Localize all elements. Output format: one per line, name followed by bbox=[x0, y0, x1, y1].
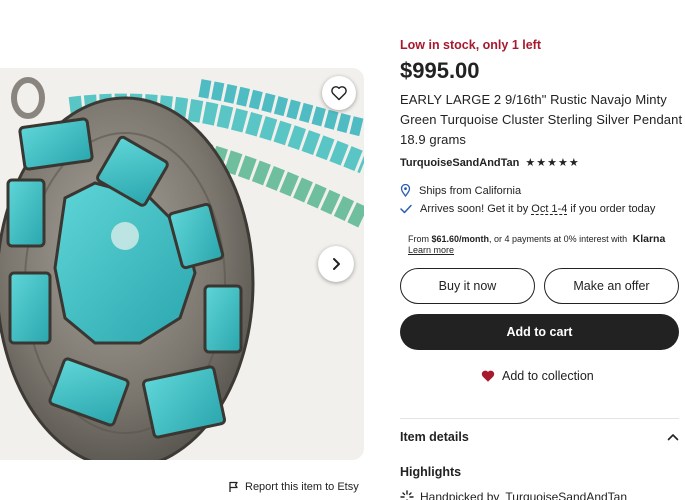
report-item-link[interactable]: Report this item to Etsy bbox=[228, 481, 359, 493]
ships-from-text: Ships from California bbox=[419, 184, 522, 197]
learn-more-link[interactable]: Learn more bbox=[408, 245, 454, 255]
rating-stars[interactable]: ★★★★★ bbox=[525, 156, 579, 169]
sparkle-icon bbox=[400, 490, 414, 500]
arrival-date[interactable]: Oct 1-4 bbox=[531, 203, 567, 215]
listing-title: EARLY LARGE 2 9/16th" Rustic Navajo Mint… bbox=[400, 92, 683, 147]
highlights-heading: Highlights bbox=[400, 465, 462, 479]
chevron-up-icon bbox=[667, 434, 679, 441]
klarna-logo: Klarna bbox=[632, 233, 666, 245]
stock-notice: Low in stock, only 1 left bbox=[400, 38, 541, 52]
handpicked-prefix: Handpicked by bbox=[420, 490, 500, 500]
flag-icon bbox=[229, 481, 238, 492]
price: $995.00 bbox=[400, 58, 480, 83]
heart-outline-icon bbox=[331, 86, 347, 101]
item-details-toggle[interactable]: Item details bbox=[400, 430, 679, 444]
add-to-collection-label: Add to collection bbox=[502, 369, 594, 383]
shop-row: TurquoiseSandAndTan ★★★★★ bbox=[400, 156, 580, 170]
make-offer-button[interactable]: Make an offer bbox=[544, 268, 679, 304]
heart-filled-icon bbox=[481, 370, 495, 382]
next-image-button[interactable] bbox=[318, 246, 354, 282]
product-image[interactable] bbox=[0, 68, 364, 460]
add-to-cart-button[interactable]: Add to cart bbox=[400, 314, 679, 350]
arrival-text: Arrives soon! Get it by Oct 1-4 if you o… bbox=[420, 203, 655, 215]
arrival-row: Arrives soon! Get it by Oct 1-4 if you o… bbox=[400, 203, 655, 215]
shop-name-link[interactable]: TurquoiseSandAndTan bbox=[400, 157, 519, 169]
arrival-suffix: if you order today bbox=[567, 203, 656, 215]
report-item-label: Report this item to Etsy bbox=[245, 481, 359, 493]
arrival-prefix: Arrives soon! Get it by bbox=[420, 203, 532, 215]
handpicked-shop-link[interactable]: TurquoiseSandAndTan bbox=[505, 490, 627, 500]
financing-prefix: From bbox=[408, 234, 432, 244]
add-to-collection-button[interactable]: Add to collection bbox=[480, 369, 594, 383]
buy-now-button[interactable]: Buy it now bbox=[400, 268, 535, 304]
handpicked-row: Handpicked by TurquoiseSandAndTan bbox=[400, 490, 627, 500]
pendant-photo bbox=[0, 68, 364, 460]
financing-offer: From $61.60/month, or 4 payments at 0% i… bbox=[408, 233, 665, 245]
favorite-button[interactable] bbox=[322, 76, 356, 110]
financing-amount: $61.60/month bbox=[431, 234, 490, 244]
ships-from-row: Ships from California bbox=[400, 184, 521, 197]
item-details-heading: Item details bbox=[400, 430, 469, 444]
chevron-right-icon bbox=[333, 258, 340, 270]
location-pin-icon bbox=[400, 184, 411, 197]
section-divider bbox=[400, 418, 679, 419]
financing-suffix: , or 4 payments at 0% interest with bbox=[489, 234, 630, 244]
checkmark-icon bbox=[400, 204, 412, 214]
